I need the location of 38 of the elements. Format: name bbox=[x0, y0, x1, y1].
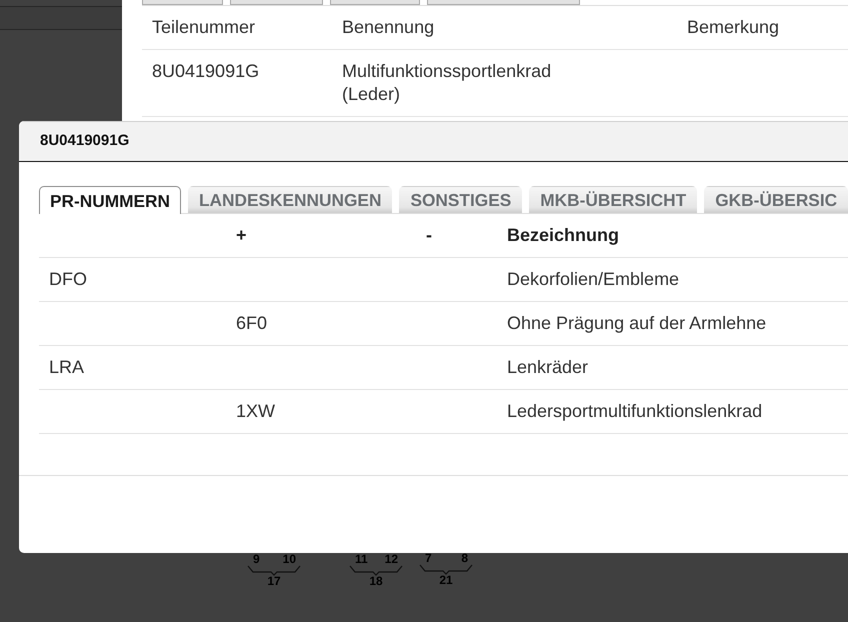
tab[interactable] bbox=[142, 0, 223, 5]
tab[interactable]: LANDESKENNUNGEN bbox=[188, 186, 392, 213]
tab[interactable] bbox=[427, 0, 580, 5]
tab[interactable]: GKB-ÜBERSIC bbox=[704, 186, 848, 213]
callout-number: 8 bbox=[461, 553, 468, 564]
column-header: Bezeichnung bbox=[507, 225, 620, 245]
callout-number: 7 bbox=[425, 553, 432, 564]
table-cell-text: Multifunktionssportlenkrad (Leder) bbox=[342, 60, 552, 106]
tab[interactable]: MKB-ÜBERSICHT bbox=[529, 186, 698, 213]
column-header: - bbox=[426, 225, 432, 245]
column-header: + bbox=[236, 225, 247, 245]
table-cell: Dekorfolien/Embleme bbox=[507, 269, 680, 289]
brace-line bbox=[419, 564, 473, 575]
callout-number: 12 bbox=[384, 554, 398, 565]
callout-number: 10 bbox=[282, 554, 296, 565]
table-cell: Lenkräder bbox=[507, 357, 588, 377]
column-header: Bemerkung bbox=[687, 17, 780, 37]
dialog-title: 8U0419091G bbox=[40, 131, 130, 152]
table-cell: 1XW bbox=[236, 401, 276, 421]
callout-number: 9 bbox=[253, 554, 260, 565]
tab[interactable] bbox=[230, 0, 323, 5]
tab[interactable]: PR-NUMMERN bbox=[39, 186, 181, 214]
brace-line bbox=[349, 565, 403, 576]
tab[interactable]: SONSTIGES bbox=[399, 186, 522, 213]
callout-number: 17 bbox=[267, 576, 281, 587]
table-cell: DFO bbox=[49, 269, 87, 289]
table-cell: 8U0419091G bbox=[152, 61, 260, 81]
callout-number: 21 bbox=[439, 575, 453, 586]
table-cell: LRA bbox=[49, 357, 84, 377]
table-cell: 6F0 bbox=[236, 313, 268, 333]
table-cell: Ledersportmultifunktionslenkrad bbox=[507, 401, 762, 421]
table-cell: Ohne Prägung auf der Armlehne bbox=[507, 313, 766, 333]
tab[interactable] bbox=[330, 0, 420, 5]
callout-number: 18 bbox=[369, 576, 383, 587]
callout-number: 11 bbox=[355, 554, 368, 565]
column-header: Benennung bbox=[342, 17, 434, 37]
column-header: Teilenummer bbox=[152, 17, 256, 37]
brace-line bbox=[247, 565, 301, 576]
